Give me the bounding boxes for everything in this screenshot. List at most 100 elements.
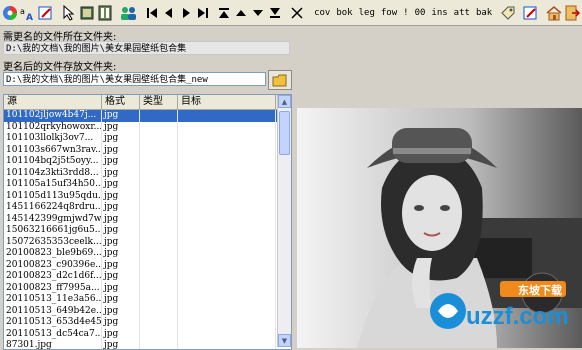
cell-format: jpg xyxy=(102,282,140,294)
cell-target xyxy=(178,317,276,329)
table-row[interactable]: 145142399gmjwd7w... jpg xyxy=(4,213,291,225)
cell-source: 20110513_653d4e45... xyxy=(6,317,102,329)
table-row[interactable]: 101103s667wn3rav... jpg xyxy=(4,144,291,156)
left-panel: 需更名的文件所在文件夹: D:\我的文档\我的图片\美女果园壁纸包合集 更名后的… xyxy=(0,26,292,350)
first-icon[interactable] xyxy=(145,4,160,22)
fow-button[interactable]: fow xyxy=(381,8,397,18)
table-row[interactable]: 101104bq2j5t5oyy... jpg xyxy=(4,156,291,168)
table-row[interactable]: 20110513_649b42e... jpg xyxy=(4,305,291,317)
close-icon[interactable] xyxy=(289,4,304,22)
scroll-down-arrow[interactable]: ▼ xyxy=(278,334,291,347)
cell-format: jpg xyxy=(102,121,140,133)
file-list-header: 源 格式 类型 目标 xyxy=(4,95,291,110)
cell-format: jpg xyxy=(102,271,140,283)
scroll-up-arrow[interactable]: ▲ xyxy=(278,95,291,108)
cell-target xyxy=(178,305,276,317)
cell-format: jpg xyxy=(102,305,140,317)
table-row[interactable]: 101104z3kti3rdd8... jpg xyxy=(4,167,291,179)
exit-icon[interactable] xyxy=(564,4,581,22)
next-icon[interactable] xyxy=(178,4,193,22)
table-row[interactable]: 20110513_653d4e45... jpg xyxy=(4,317,291,329)
ins-button[interactable]: ins xyxy=(431,8,447,18)
table-row[interactable]: 1451166224q8rdru... jpg xyxy=(4,202,291,214)
cell-source: 20100823_ble9b69... xyxy=(6,248,102,260)
cell-type xyxy=(140,225,178,237)
home-icon[interactable] xyxy=(546,4,562,22)
cell-format: jpg xyxy=(102,213,140,225)
move-up-icon[interactable] xyxy=(234,4,249,22)
toolbar: aA cov bok leg fow ! 00 ins att bak xyxy=(0,0,582,26)
image-preview: 东坡下载 uzzf.com xyxy=(297,108,582,348)
browse-folder-button[interactable] xyxy=(268,70,292,90)
select-cursor-icon[interactable] xyxy=(61,4,77,22)
table-row[interactable]: 101103llolkj3ov7... jpg xyxy=(4,133,291,145)
cell-source: 1451166224q8rdru... xyxy=(6,202,102,214)
table-row[interactable]: 87301.jpg jpg xyxy=(4,340,291,349)
bok-button[interactable]: bok xyxy=(336,8,352,18)
cell-source: 20110513_dc54ca7... xyxy=(6,328,102,340)
table-row[interactable]: 101105d113u95qdu... jpg xyxy=(4,190,291,202)
table-row[interactable]: 101102jljow4b47j... jpg xyxy=(4,110,291,122)
zero-button[interactable]: 00 xyxy=(415,8,426,18)
cov-button[interactable]: cov xyxy=(314,8,330,18)
cell-source: 20110513_649b42e... xyxy=(6,305,102,317)
edit-image-icon[interactable] xyxy=(523,4,539,22)
font-case-icon[interactable]: aA xyxy=(20,4,36,22)
move-bottom-icon[interactable] xyxy=(268,4,283,22)
watermark-logo: 东坡下载 uzzf.com xyxy=(426,277,576,342)
column-header-target[interactable]: 目标 xyxy=(178,95,276,109)
cell-format: jpg xyxy=(102,248,140,260)
cell-source: 101103s667wn3rav... xyxy=(6,144,102,156)
column-header-source[interactable]: 源 xyxy=(4,95,102,109)
last-icon[interactable] xyxy=(195,4,210,22)
cell-source: 15072635353ceelk... xyxy=(6,236,102,248)
exclaim-button[interactable]: ! xyxy=(403,8,408,18)
cell-type xyxy=(140,282,178,294)
cell-target xyxy=(178,282,276,294)
table-row[interactable]: 15063216661jg6u5... jpg xyxy=(4,225,291,237)
table-row[interactable]: 20100823_d2c1d6f... jpg xyxy=(4,271,291,283)
cell-type xyxy=(140,213,178,225)
album-icon[interactable] xyxy=(79,4,95,22)
cell-target xyxy=(178,202,276,214)
cell-source: 145142399gmjwd7w... xyxy=(6,213,102,225)
previous-icon[interactable] xyxy=(162,4,177,22)
att-button[interactable]: att xyxy=(454,8,470,18)
table-row[interactable]: 20100823_ff7995a... jpg xyxy=(4,282,291,294)
cell-format: jpg xyxy=(102,167,140,179)
users-icon[interactable] xyxy=(120,4,138,22)
table-row[interactable]: 20110513_11e3a56... jpg xyxy=(4,294,291,306)
source-folder-field[interactable]: D:\我的文档\我的图片\美女果园壁纸包合集 xyxy=(3,41,290,55)
filter-icon[interactable] xyxy=(97,4,113,22)
table-row[interactable]: 15072635353ceelk... jpg xyxy=(4,236,291,248)
cell-target xyxy=(178,121,276,133)
move-top-icon[interactable] xyxy=(217,4,232,22)
watermark-brand: uzzf.com xyxy=(466,303,569,330)
scroll-thumb[interactable] xyxy=(279,111,290,155)
cell-type xyxy=(140,305,178,317)
color-wheel-icon[interactable] xyxy=(2,4,18,22)
table-row[interactable]: 20100823_ble9b69... jpg xyxy=(4,248,291,260)
cell-format: jpg xyxy=(102,202,140,214)
cell-type xyxy=(140,156,178,168)
column-header-format[interactable]: 格式 xyxy=(102,95,140,109)
cell-type xyxy=(140,271,178,283)
cell-target xyxy=(178,225,276,237)
bak-button[interactable]: bak xyxy=(476,8,492,18)
cell-type xyxy=(140,340,178,349)
cell-format: jpg xyxy=(102,328,140,340)
vertical-scrollbar[interactable]: ▲ ▼ xyxy=(277,95,291,347)
cell-format: jpg xyxy=(102,156,140,168)
cell-format: jpg xyxy=(102,259,140,271)
leg-button[interactable]: leg xyxy=(359,8,375,18)
table-row[interactable]: 20110513_dc54ca7... jpg xyxy=(4,328,291,340)
move-down-icon[interactable] xyxy=(251,4,266,22)
edit-rename-icon[interactable] xyxy=(38,4,54,22)
tag-icon[interactable] xyxy=(500,4,516,22)
target-folder-field[interactable]: D:\我的文档\我的图片\美女果园壁纸包合集_new xyxy=(3,72,266,86)
table-row[interactable]: 101105a15uf34h50... jpg xyxy=(4,179,291,191)
cell-target xyxy=(178,144,276,156)
table-row[interactable]: 101102qrkyhowoxr... jpg xyxy=(4,121,291,133)
column-header-type[interactable]: 类型 xyxy=(140,95,178,109)
table-row[interactable]: 20100823_c90396e... jpg xyxy=(4,259,291,271)
